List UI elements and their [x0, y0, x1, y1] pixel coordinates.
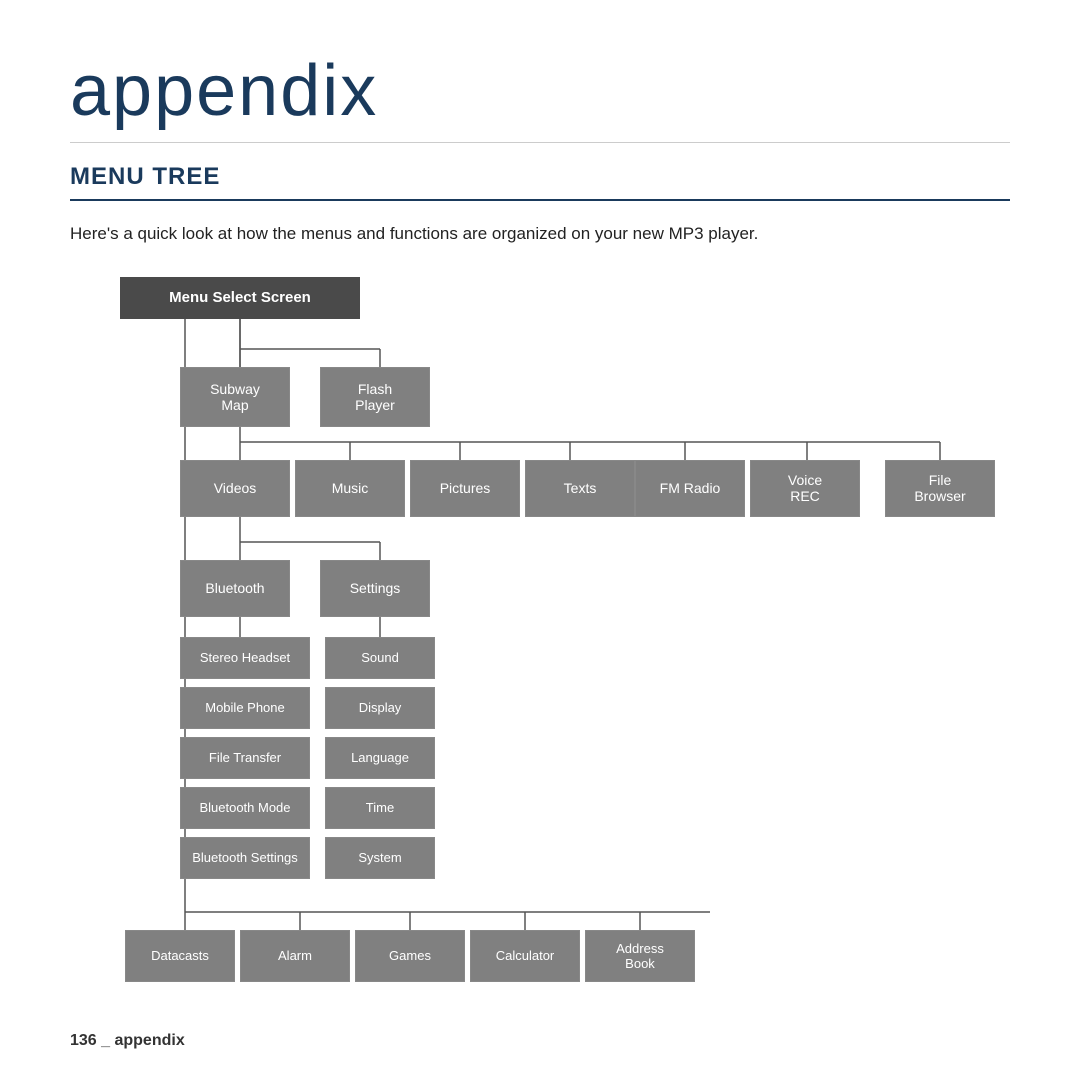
- time-box: Time: [325, 787, 435, 829]
- subway-map-box: SubwayMap: [180, 367, 290, 427]
- bluetooth-mode-box: Bluetooth Mode: [180, 787, 310, 829]
- datacasts-box: Datacasts: [125, 930, 235, 982]
- stereo-headset-box: Stereo Headset: [180, 637, 310, 679]
- file-transfer-box: File Transfer: [180, 737, 310, 779]
- settings-box: Settings: [320, 560, 430, 617]
- language-box: Language: [325, 737, 435, 779]
- description: Here's a quick look at how the menus and…: [70, 221, 1010, 247]
- music-box: Music: [295, 460, 405, 517]
- bluetooth-box: Bluetooth: [180, 560, 290, 617]
- voice-rec-box: VoiceREC: [750, 460, 860, 517]
- section-title: MENU TREE: [70, 163, 1010, 201]
- videos-box: Videos: [180, 460, 290, 517]
- system-box: System: [325, 837, 435, 879]
- menu-tree: Menu Select Screen SubwayMap FlashPlayer…: [70, 277, 1010, 997]
- calculator-box: Calculator: [470, 930, 580, 982]
- address-book-box: AddressBook: [585, 930, 695, 982]
- bluetooth-settings-box: Bluetooth Settings: [180, 837, 310, 879]
- flash-player-box: FlashPlayer: [320, 367, 430, 427]
- mobile-phone-box: Mobile Phone: [180, 687, 310, 729]
- file-browser-box: FileBrowser: [885, 460, 995, 517]
- pictures-box: Pictures: [410, 460, 520, 517]
- page-title: appendix: [70, 50, 1010, 143]
- fm-radio-box: FM Radio: [635, 460, 745, 517]
- texts-box: Texts: [525, 460, 635, 517]
- page-container: appendix MENU TREE Here's a quick look a…: [0, 0, 1080, 1037]
- root-box: Menu Select Screen: [120, 277, 360, 319]
- alarm-box: Alarm: [240, 930, 350, 982]
- games-box: Games: [355, 930, 465, 982]
- sound-box: Sound: [325, 637, 435, 679]
- footer: 136 _ appendix: [70, 1032, 185, 1050]
- display-box: Display: [325, 687, 435, 729]
